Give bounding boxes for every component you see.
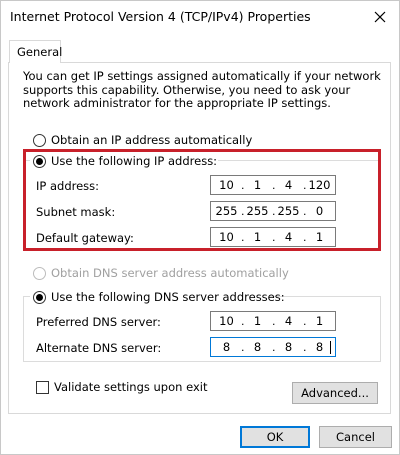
text-caret: [330, 341, 331, 354]
tab-general-label: General: [17, 45, 63, 59]
preferred-dns-field[interactable]: 10 1 4 1 ...: [210, 311, 336, 331]
dns-auto-radio[interactable]: [33, 267, 46, 280]
ip-auto-label: Obtain an IP address automatically: [51, 133, 253, 147]
window-title: Internet Protocol Version 4 (TCP/IPv4) P…: [10, 9, 311, 24]
preferred-dns-label: Preferred DNS server:: [36, 315, 161, 329]
ip-auto-radio[interactable]: [33, 134, 46, 147]
close-button[interactable]: [367, 5, 393, 29]
alternate-dns-label: Alternate DNS server:: [36, 341, 162, 355]
close-icon: [374, 11, 386, 23]
tab-general[interactable]: General: [9, 40, 63, 63]
dns-manual-label: Use the following DNS server addresses:: [51, 290, 285, 304]
intro-text: You can get IP settings assigned automat…: [23, 69, 381, 110]
title-bar: Internet Protocol Version 4 (TCP/IPv4) P…: [1, 1, 399, 33]
dns-auto-label: Obtain DNS server address automatically: [51, 266, 289, 280]
validate-label: Validate settings upon exit: [54, 380, 208, 394]
alternate-dns-field[interactable]: 8 8 8 8 ...: [210, 337, 336, 357]
ok-button[interactable]: OK: [240, 426, 310, 448]
highlight-box: [23, 149, 381, 251]
cancel-button[interactable]: Cancel: [319, 426, 392, 448]
ipv4-properties-dialog: Internet Protocol Version 4 (TCP/IPv4) P…: [0, 0, 400, 455]
validate-checkbox[interactable]: [36, 381, 49, 394]
dns-manual-radio[interactable]: [33, 291, 46, 304]
advanced-button[interactable]: Advanced...: [292, 382, 378, 404]
